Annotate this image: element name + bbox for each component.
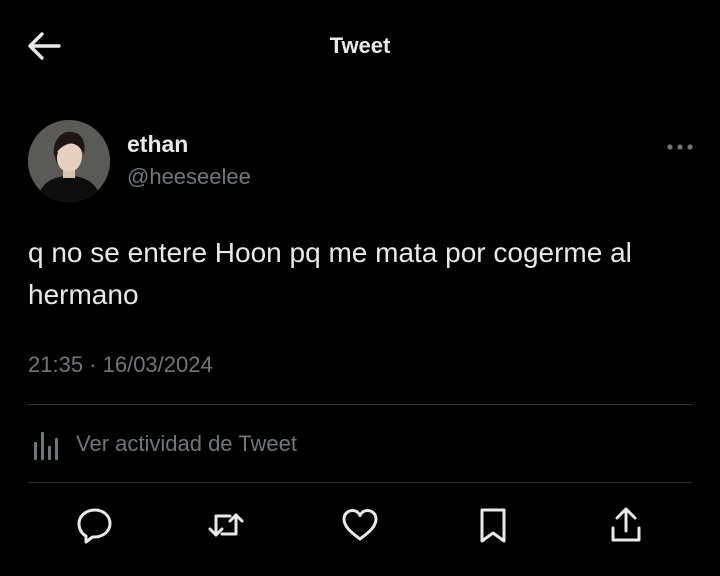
page-title: Tweet xyxy=(329,33,391,58)
retweet-button[interactable] xyxy=(203,502,249,548)
bar-chart-icon xyxy=(34,432,58,460)
divider xyxy=(28,404,692,405)
top-bar: Tweet xyxy=(0,0,720,92)
heart-icon xyxy=(342,509,378,541)
divider xyxy=(28,482,692,483)
bookmark-button[interactable] xyxy=(470,502,516,548)
author-handle[interactable]: @heeseelee xyxy=(127,164,251,190)
reply-icon xyxy=(77,508,112,544)
profile-photo xyxy=(28,120,110,202)
share-icon xyxy=(611,507,641,542)
reply-button[interactable] xyxy=(72,502,118,548)
tweet-timestamp[interactable]: 21:35 · 16/03/2024 xyxy=(28,352,213,378)
more-options-button[interactable] xyxy=(662,134,698,160)
retweet-icon xyxy=(208,513,244,537)
share-button[interactable] xyxy=(603,502,649,548)
more-horizontal-icon xyxy=(667,144,693,150)
tweet-detail-page: Tweet ethan @heeseelee q no se entere Ho… xyxy=(0,0,720,576)
view-tweet-activity-link[interactable]: Ver actividad de Tweet xyxy=(28,422,297,466)
tweet-text: q no se entere Hoon pq me mata por coger… xyxy=(28,237,632,310)
activity-label: Ver actividad de Tweet xyxy=(76,431,297,456)
tweet-action-bar xyxy=(0,496,720,556)
bookmark-icon xyxy=(480,508,506,543)
like-button[interactable] xyxy=(337,502,383,548)
author-display-name[interactable]: ethan xyxy=(127,131,188,158)
avatar[interactable] xyxy=(28,120,110,202)
